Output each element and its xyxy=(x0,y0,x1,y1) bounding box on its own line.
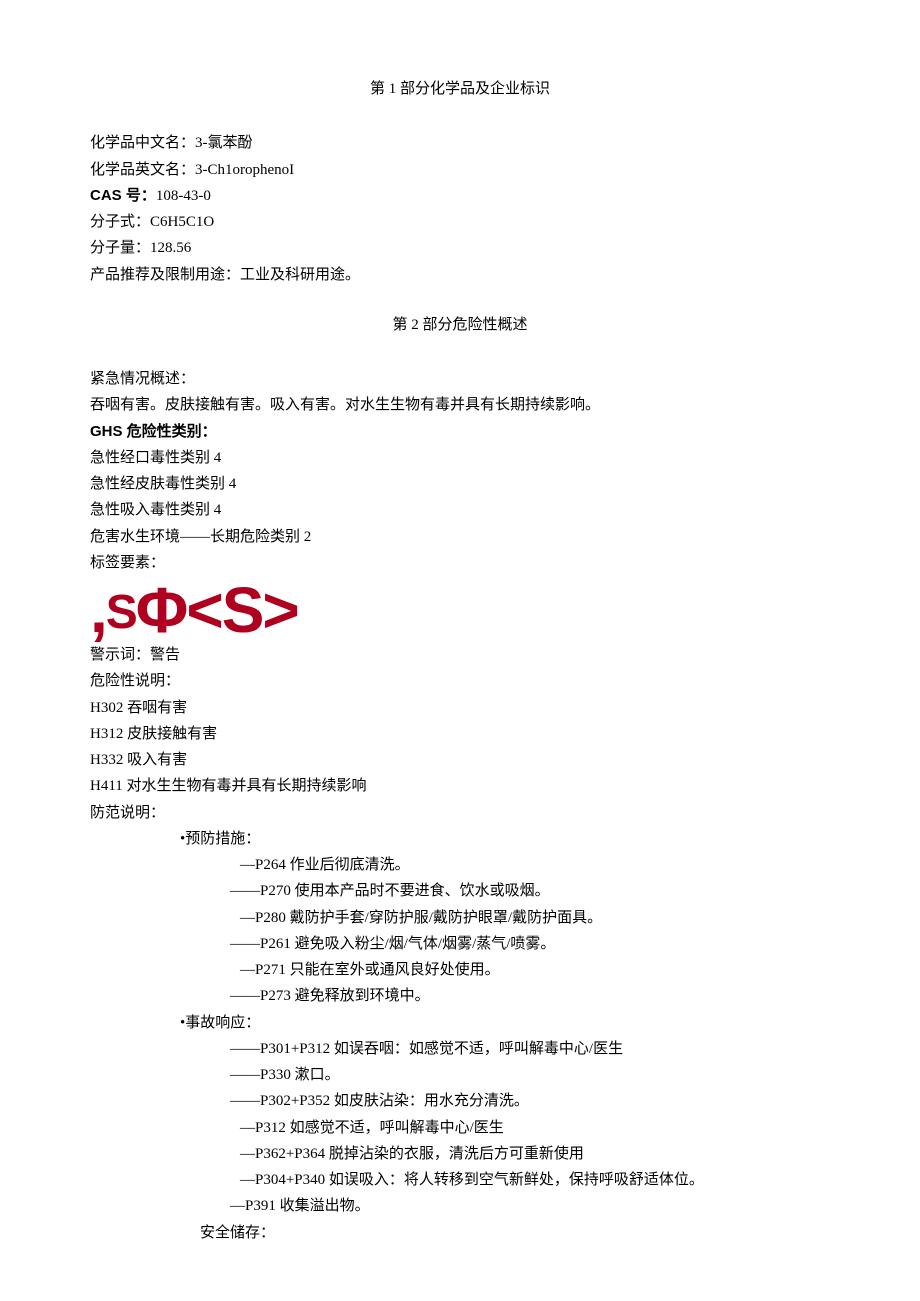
section1-title: 第 1 部分化学品及企业标识 xyxy=(90,76,830,102)
name-en: 3-Ch1orophenoI xyxy=(195,162,294,178)
p280: —P280 戴防护手套/穿防护服/戴防护眼罩/戴防护面具。 xyxy=(90,905,830,931)
emergency-text: 吞咽有害。皮肤接触有害。吸入有害。对水生生物有毒并具有长期持续影响。 xyxy=(90,392,830,418)
use-value: 工业及科研用途。 xyxy=(240,267,360,283)
ghs-1: 急性经口毒性类别 4 xyxy=(90,445,830,471)
signal-label: 警示词： xyxy=(90,647,150,663)
name-en-label: 化学品英文名： xyxy=(90,162,195,178)
cas-value: 108-43-0 xyxy=(156,188,211,204)
p271: —P271 只能在室外或通风良好处使用。 xyxy=(90,957,830,983)
ghs-4: 危害水生环境——长期危险类别 2 xyxy=(90,524,830,550)
ghs-2: 急性经皮肤毒性类别 4 xyxy=(90,471,830,497)
p391: —P391 收集溢出物。 xyxy=(90,1193,830,1219)
p312: —P312 如感觉不适，呼叫解毒中心/医生 xyxy=(90,1115,830,1141)
p264: —P264 作业后彻底清洗。 xyxy=(90,852,830,878)
name-zh-label: 化学品中文名： xyxy=(90,135,195,151)
h302: H302 吞咽有害 xyxy=(90,695,830,721)
p301: ——P301+P312 如误吞咽：如感觉不适，呼叫解毒中心/医生 xyxy=(90,1036,830,1062)
label-elements: 标签要素： xyxy=(90,550,830,576)
formula-value: C6H5C1O xyxy=(150,214,214,230)
p304: —P304+P340 如误吸入：将人转移到空气新鲜处，保持呼吸舒适体位。 xyxy=(90,1167,830,1193)
h332: H332 吸入有害 xyxy=(90,747,830,773)
ghs-3: 急性吸入毒性类别 4 xyxy=(90,497,830,523)
p270: ——P270 使用本产品时不要进食、饮水或吸烟。 xyxy=(90,878,830,904)
ghs-pictogram: ,SΦ<S> xyxy=(90,578,830,642)
response-label: •事故响应： xyxy=(90,1010,830,1036)
section2-title: 第 2 部分危险性概述 xyxy=(90,312,830,338)
name-zh: 3-氯苯酚 xyxy=(195,135,253,151)
signal-word: 警告 xyxy=(150,647,180,663)
section1-body: 化学品中文名：3-氯苯酚 化学品英文名：3-Ch1orophenoI CAS 号… xyxy=(90,130,830,288)
p330: ——P330 漱口。 xyxy=(90,1062,830,1088)
h312: H312 皮肤接触有害 xyxy=(90,721,830,747)
hazard-label: 危险性说明： xyxy=(90,668,830,694)
mw-value: 128.56 xyxy=(150,240,191,256)
formula-label: 分子式： xyxy=(90,214,150,230)
h411: H411 对水生生物有毒并具有长期持续影响 xyxy=(90,773,830,799)
cas-label: CAS 号： xyxy=(90,187,156,204)
ghs-label: GHS 危险性类别： xyxy=(90,419,830,445)
p362: —P362+P364 脱掉沾染的衣服，清洗后方可重新使用 xyxy=(90,1141,830,1167)
prevention-label: •预防措施： xyxy=(90,826,830,852)
mw-label: 分子量： xyxy=(90,240,150,256)
prec-label: 防范说明： xyxy=(90,800,830,826)
p302: ——P302+P352 如皮肤沾染：用水充分清洗。 xyxy=(90,1088,830,1114)
use-label: 产品推荐及限制用途： xyxy=(90,267,240,283)
p261: ——P261 避免吸入粉尘/烟/气体/烟雾/蒸气/喷雾。 xyxy=(90,931,830,957)
emergency-label: 紧急情况概述： xyxy=(90,366,830,392)
p273: ——P273 避免释放到环境中。 xyxy=(90,983,830,1009)
section2-body: 紧急情况概述： 吞咽有害。皮肤接触有害。吸入有害。对水生生物有毒并具有长期持续影… xyxy=(90,366,830,1246)
storage-label: 安全储存： xyxy=(90,1220,830,1246)
